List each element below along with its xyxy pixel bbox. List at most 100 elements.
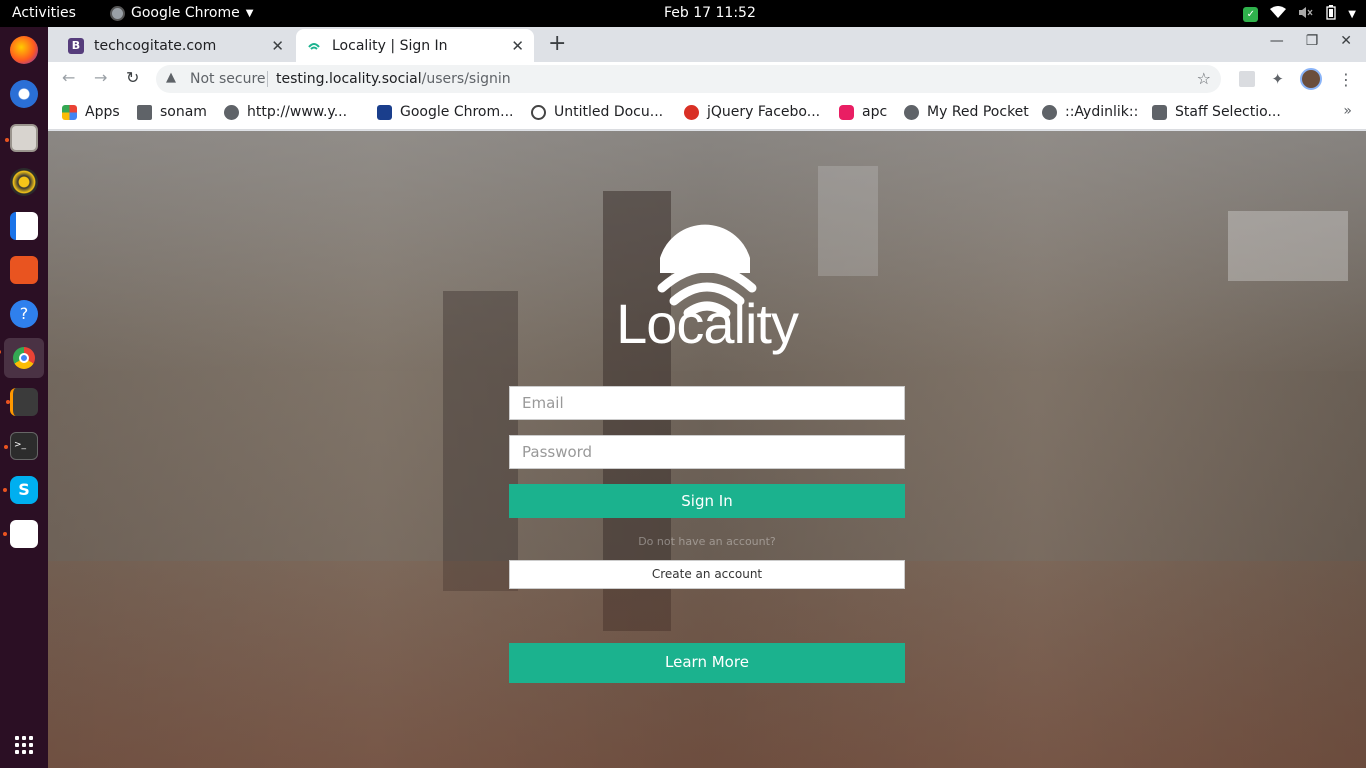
skype-icon[interactable]: S bbox=[3, 476, 38, 504]
divider bbox=[267, 71, 268, 87]
show-applications-icon[interactable] bbox=[15, 736, 33, 754]
chrome-icon[interactable] bbox=[0, 338, 44, 378]
bookmark-item[interactable]: My Red Pocket bbox=[904, 104, 1029, 120]
bookmark-label: Google Chrom... bbox=[400, 104, 514, 120]
bookmark-label: Apps bbox=[85, 104, 120, 120]
more-menu-icon[interactable]: ⋮ bbox=[1338, 70, 1354, 89]
bookmark-item[interactable]: jQuery Facebo... bbox=[684, 104, 820, 120]
address-bar[interactable]: ▲ Not secure testing.locality.social/use… bbox=[156, 65, 1221, 93]
system-top-bar: Activities Google Chrome ▼ Feb 17 11:52 … bbox=[0, 0, 1366, 27]
chevron-down-icon: ▼ bbox=[245, 7, 254, 19]
system-tray[interactable]: ✓ ▼ bbox=[1243, 5, 1356, 24]
app-menu-label: Google Chrome bbox=[131, 5, 240, 21]
battery-icon bbox=[1326, 5, 1336, 24]
apps-grid-icon bbox=[62, 104, 77, 120]
firefox-icon[interactable] bbox=[10, 36, 38, 64]
city-background bbox=[818, 166, 878, 276]
staff-favicon-icon bbox=[1152, 104, 1167, 120]
globe-icon bbox=[904, 104, 919, 120]
new-tab-button[interactable]: + bbox=[548, 31, 566, 56]
close-window-icon[interactable]: ✕ bbox=[1340, 33, 1352, 49]
terminal-icon[interactable]: >_ bbox=[4, 432, 38, 460]
security-label[interactable]: Not secure bbox=[190, 71, 266, 87]
bootstrap-favicon-icon: B bbox=[68, 37, 84, 54]
tab-techcogitate[interactable]: B techcogitate.com ✕ bbox=[58, 29, 294, 62]
bookmark-label: Staff Selectio... bbox=[1175, 104, 1281, 120]
email-field[interactable]: Email bbox=[509, 386, 905, 420]
wifi-icon bbox=[1270, 6, 1287, 23]
bookmark-label: apc bbox=[862, 104, 888, 120]
extensions-puzzle-icon[interactable]: ✦ bbox=[1271, 70, 1284, 88]
shield-icon[interactable]: ✓ bbox=[1243, 7, 1259, 22]
bookmark-label: http://www.y... bbox=[247, 104, 348, 120]
bookmark-item[interactable]: Staff Selectio... bbox=[1152, 104, 1281, 120]
signin-form: Email Password Sign In Do not have an ac… bbox=[509, 386, 905, 683]
jquery-favicon-icon bbox=[684, 104, 699, 120]
chrome-app-icon bbox=[110, 5, 125, 21]
tab-strip: B techcogitate.com ✕ Locality | Sign In … bbox=[48, 27, 1366, 62]
bookmark-item[interactable]: Google Chrom... bbox=[377, 104, 513, 120]
chrome-logo-icon bbox=[13, 347, 35, 369]
chevron-down-icon: ▼ bbox=[1348, 9, 1356, 20]
password-field[interactable]: Password bbox=[509, 435, 905, 469]
city-background bbox=[1228, 211, 1348, 281]
text-editor-icon[interactable] bbox=[3, 520, 38, 548]
close-icon[interactable]: ✕ bbox=[511, 37, 524, 55]
bookmark-item[interactable]: http://www.y... bbox=[224, 104, 347, 120]
globe-icon bbox=[1042, 104, 1057, 120]
no-account-text: Do not have an account? bbox=[638, 535, 776, 548]
writer-icon[interactable] bbox=[10, 212, 38, 240]
bookmark-label: ::Aydinlik:: bbox=[1065, 104, 1139, 120]
extension-icon[interactable] bbox=[1239, 71, 1256, 87]
back-arrow-icon[interactable]: ← bbox=[62, 68, 75, 87]
warning-icon[interactable]: ▲ bbox=[166, 70, 176, 85]
reload-icon[interactable]: ↻ bbox=[126, 68, 139, 87]
clock[interactable]: Feb 17 11:52 bbox=[664, 5, 756, 21]
bookmark-label: jQuery Facebo... bbox=[707, 104, 821, 120]
bookmark-item[interactable]: ::Aydinlik:: bbox=[1042, 104, 1138, 120]
minimize-icon[interactable]: — bbox=[1270, 33, 1284, 49]
software-icon[interactable] bbox=[10, 256, 38, 284]
bookmark-folder-sonam[interactable]: sonam bbox=[137, 104, 207, 120]
bookmark-label: sonam bbox=[160, 104, 207, 120]
bookmark-item[interactable]: Untitled Docu... bbox=[531, 104, 663, 120]
thunderbird-icon[interactable] bbox=[10, 80, 38, 108]
globe-icon bbox=[224, 104, 239, 120]
bookmark-item[interactable]: apc bbox=[839, 104, 887, 120]
locality-favicon-icon bbox=[306, 38, 322, 54]
document-favicon-icon bbox=[531, 104, 546, 120]
dock: ? >_ S bbox=[0, 27, 48, 768]
restore-icon[interactable]: ❐ bbox=[1306, 33, 1319, 49]
chevron-right-double-icon[interactable]: » bbox=[1343, 103, 1352, 119]
sublime-icon[interactable] bbox=[6, 388, 38, 416]
folder-icon bbox=[137, 104, 152, 120]
toolbar-actions: ✦ ⋮ bbox=[1239, 68, 1354, 90]
volume-icon bbox=[1298, 6, 1314, 23]
signin-button[interactable]: Sign In bbox=[509, 484, 905, 518]
apc-favicon-icon bbox=[839, 104, 854, 120]
grid-favicon-icon bbox=[377, 104, 392, 120]
learn-more-button[interactable]: Learn More bbox=[509, 643, 905, 683]
url-text[interactable]: testing.locality.social/users/signin bbox=[276, 71, 511, 87]
forward-arrow-icon[interactable]: → bbox=[94, 68, 107, 87]
app-menu[interactable]: Google Chrome ▼ bbox=[110, 5, 253, 21]
help-icon[interactable]: ? bbox=[10, 300, 38, 328]
page-viewport: Locality Email Password Sign In Do not h… bbox=[48, 131, 1366, 768]
bookmark-star-icon[interactable]: ☆ bbox=[1197, 69, 1211, 88]
bookmarks-bar: Apps sonam http://www.y... Google Chrom.… bbox=[48, 96, 1366, 130]
tab-title: techcogitate.com bbox=[94, 37, 217, 54]
bookmark-label: Untitled Docu... bbox=[554, 104, 664, 120]
browser-toolbar: ← → ↻ ▲ Not secure testing.locality.soci… bbox=[48, 62, 1366, 96]
tab-locality-signin[interactable]: Locality | Sign In ✕ bbox=[296, 29, 534, 62]
create-account-button[interactable]: Create an account bbox=[509, 560, 905, 589]
url-path: /users/signin bbox=[421, 71, 511, 87]
profile-avatar[interactable] bbox=[1300, 68, 1322, 90]
rhythmbox-icon[interactable] bbox=[10, 168, 38, 196]
activities-button[interactable]: Activities bbox=[12, 5, 76, 21]
bookmark-apps[interactable]: Apps bbox=[62, 104, 120, 120]
url-host: testing.locality.social bbox=[276, 71, 422, 87]
browser-window: B techcogitate.com ✕ Locality | Sign In … bbox=[48, 27, 1366, 768]
files-icon[interactable] bbox=[5, 124, 38, 152]
city-background bbox=[443, 291, 518, 591]
close-icon[interactable]: ✕ bbox=[271, 37, 284, 55]
